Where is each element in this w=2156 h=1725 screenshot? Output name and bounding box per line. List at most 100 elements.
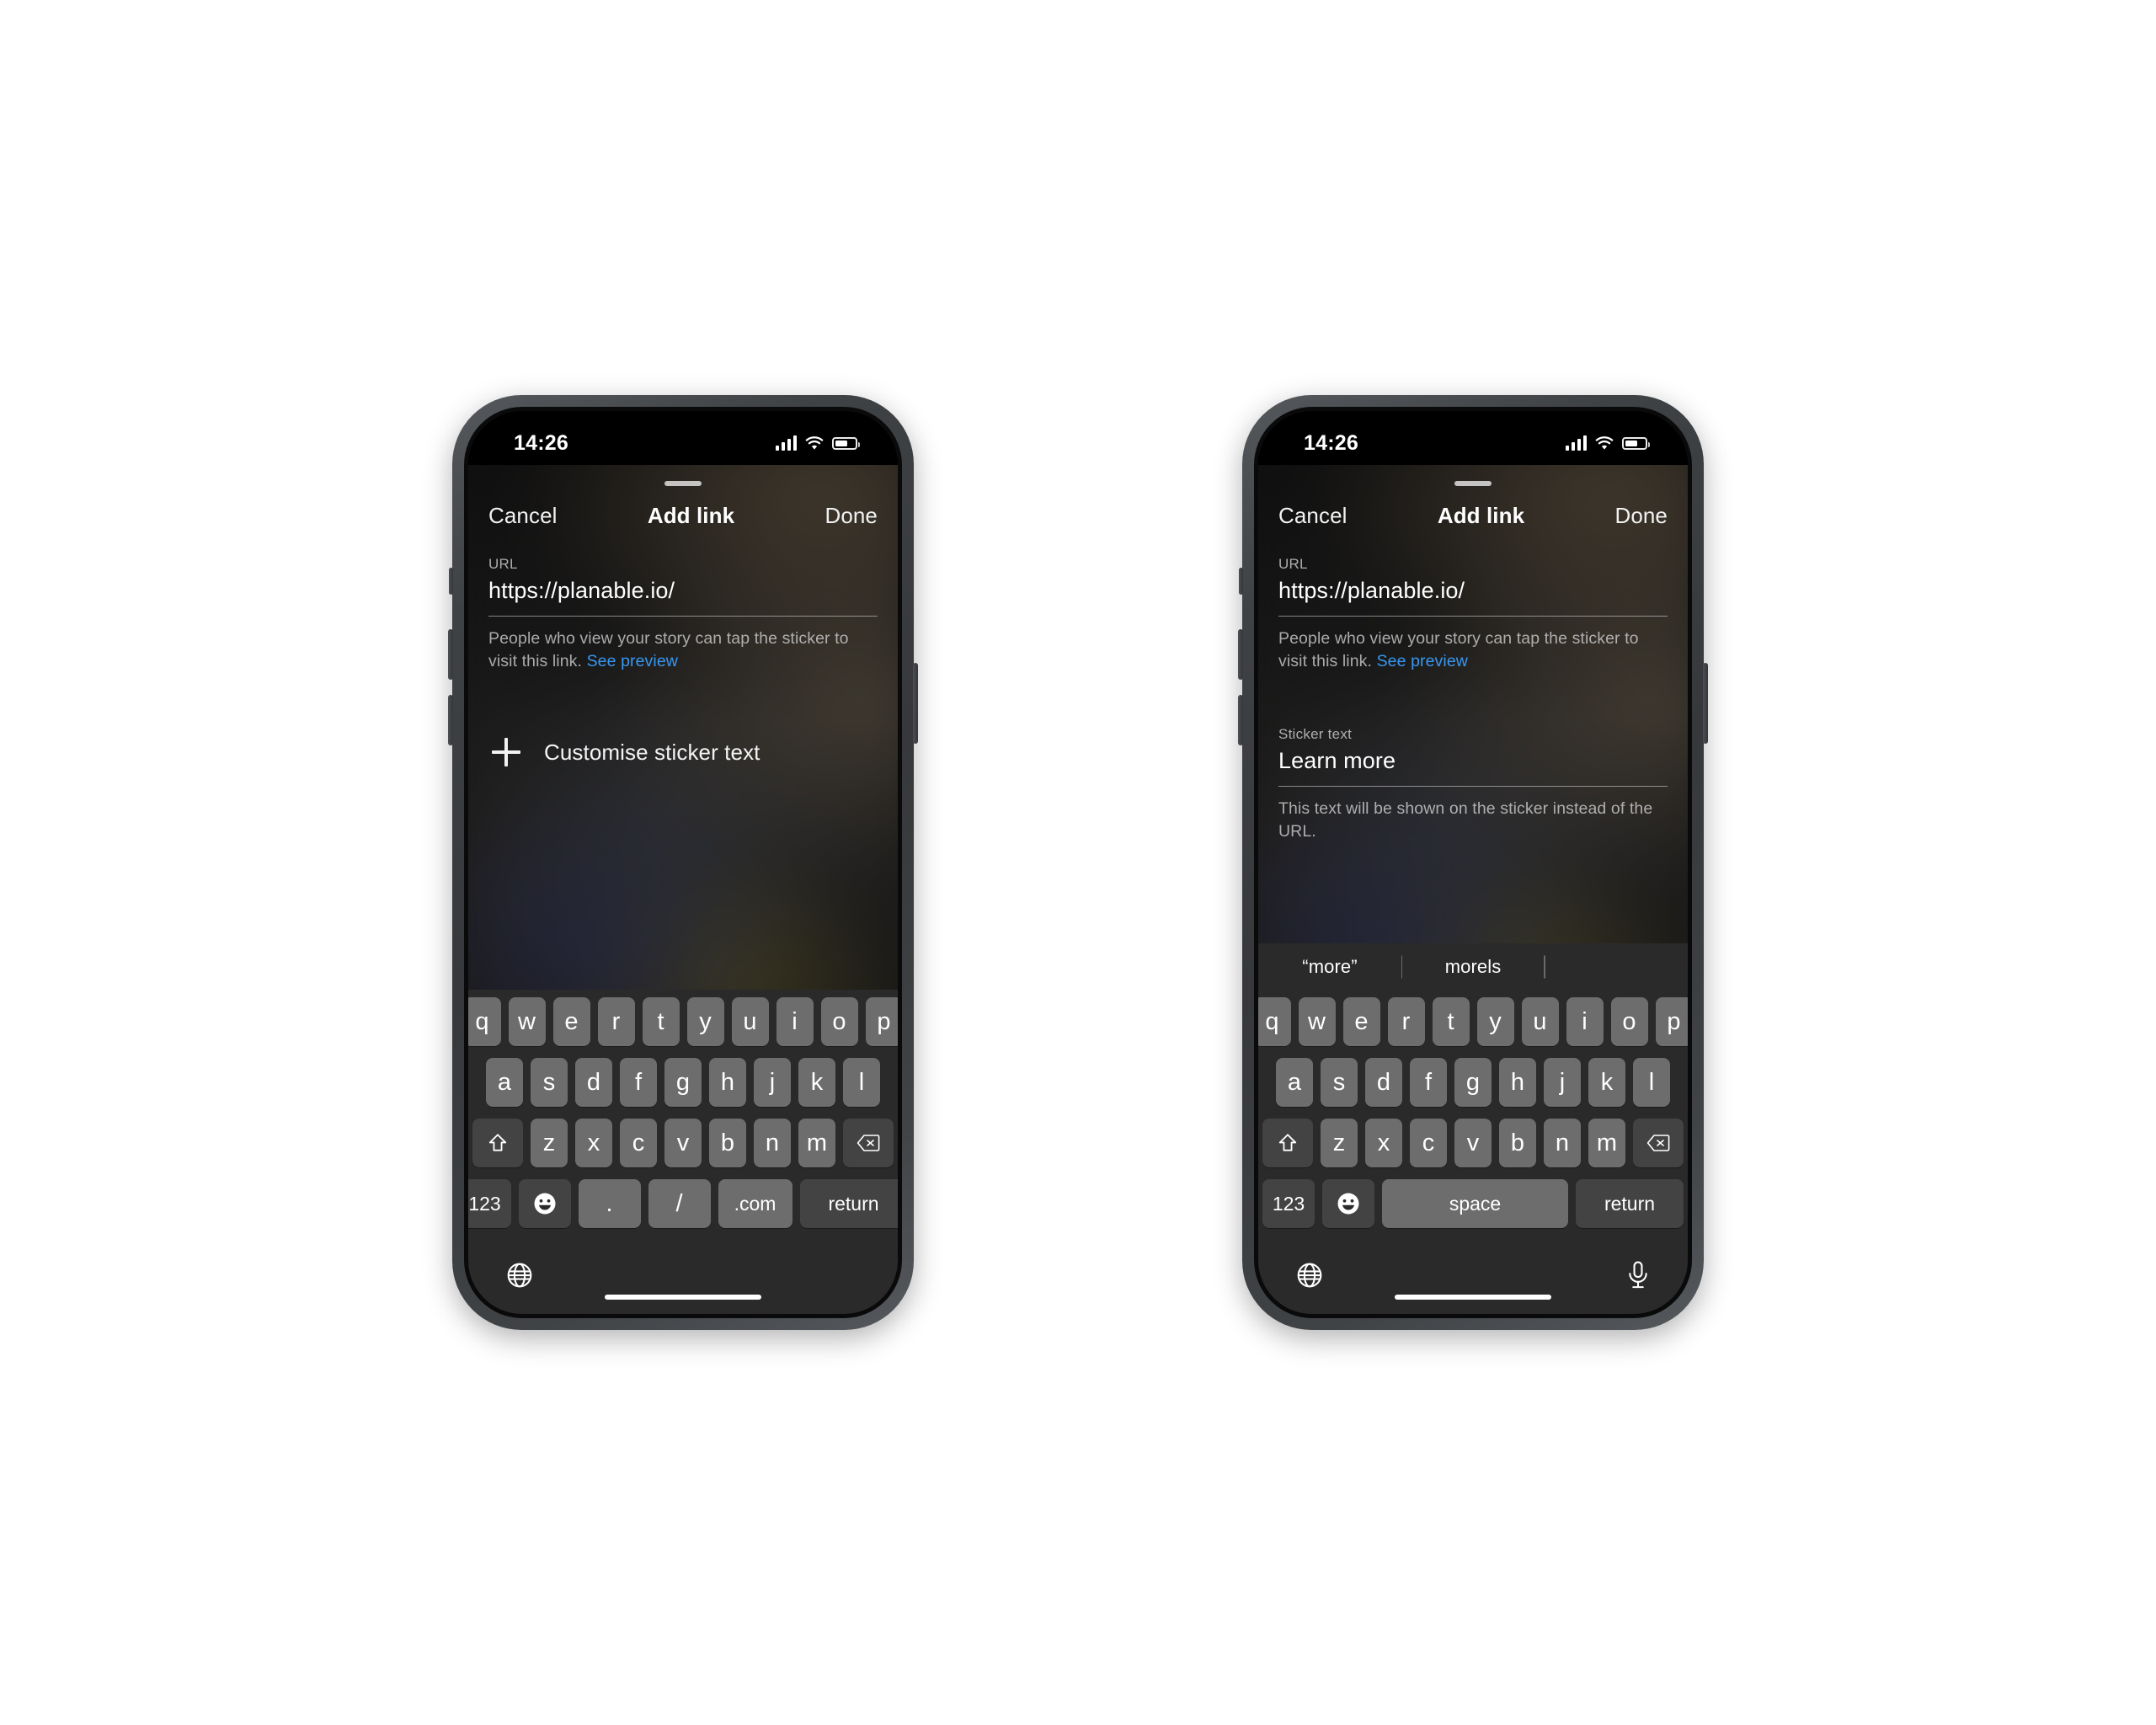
key-d[interactable]: d bbox=[1365, 1058, 1402, 1107]
key-u[interactable]: u bbox=[731, 997, 769, 1046]
key-w[interactable]: w bbox=[508, 997, 546, 1046]
key-n[interactable]: n bbox=[754, 1119, 791, 1167]
key-r[interactable]: r bbox=[1387, 997, 1425, 1046]
key-h[interactable]: h bbox=[709, 1058, 746, 1107]
key-u[interactable]: u bbox=[1521, 997, 1559, 1046]
keyboard-right: “more” morels q w e r t y u i o p a s d … bbox=[1258, 943, 1688, 1314]
url-field-underline bbox=[1278, 616, 1668, 617]
sheet-spacer-right bbox=[1258, 842, 1688, 943]
done-button[interactable]: Done bbox=[1614, 503, 1668, 529]
add-link-sheet-left: Cancel Add link Done URL https://planabl… bbox=[468, 465, 898, 1314]
key-f[interactable]: f bbox=[620, 1058, 657, 1107]
key-i[interactable]: i bbox=[776, 997, 814, 1046]
see-preview-link[interactable]: See preview bbox=[587, 652, 678, 670]
key-b[interactable]: b bbox=[1499, 1119, 1536, 1167]
key-f[interactable]: f bbox=[1410, 1058, 1447, 1107]
space-key[interactable]: space bbox=[1382, 1179, 1568, 1228]
cancel-button[interactable]: Cancel bbox=[488, 503, 558, 529]
key-w[interactable]: w bbox=[1298, 997, 1336, 1046]
key-x[interactable]: x bbox=[575, 1119, 612, 1167]
keyboard-left: q w e r t y u i o p a s d f g h j k l z … bbox=[468, 990, 898, 1314]
url-input[interactable]: https://planable.io/ bbox=[1278, 578, 1668, 616]
key-j[interactable]: j bbox=[754, 1058, 791, 1107]
key-g[interactable]: g bbox=[664, 1058, 702, 1107]
key-g[interactable]: g bbox=[1454, 1058, 1492, 1107]
globe-icon[interactable] bbox=[505, 1261, 534, 1290]
key-q[interactable]: q bbox=[468, 997, 501, 1046]
suggestion-1[interactable]: morels bbox=[1401, 956, 1545, 978]
key-m[interactable]: m bbox=[798, 1119, 835, 1167]
mute-switch[interactable] bbox=[1239, 568, 1243, 595]
volume-down-button[interactable] bbox=[448, 695, 453, 745]
key-r[interactable]: r bbox=[597, 997, 635, 1046]
emoji-icon[interactable] bbox=[518, 1179, 571, 1228]
volume-up-button[interactable] bbox=[1238, 629, 1243, 680]
key-a[interactable]: a bbox=[486, 1058, 523, 1107]
key-e[interactable]: e bbox=[1342, 997, 1380, 1046]
backspace-icon[interactable] bbox=[1633, 1119, 1684, 1167]
key-t[interactable]: t bbox=[1432, 997, 1470, 1046]
key-s[interactable]: s bbox=[1321, 1058, 1358, 1107]
key-i[interactable]: i bbox=[1566, 997, 1604, 1046]
key-m[interactable]: m bbox=[1588, 1119, 1625, 1167]
numbers-key[interactable]: 123 bbox=[468, 1179, 511, 1228]
key-k[interactable]: k bbox=[798, 1058, 835, 1107]
cancel-button[interactable]: Cancel bbox=[1278, 503, 1348, 529]
url-help-text: People who view your story can tap the s… bbox=[488, 628, 878, 672]
backspace-icon[interactable] bbox=[843, 1119, 894, 1167]
key-a[interactable]: a bbox=[1276, 1058, 1313, 1107]
key-y[interactable]: y bbox=[686, 997, 724, 1046]
key-d[interactable]: d bbox=[575, 1058, 612, 1107]
key-o[interactable]: o bbox=[1610, 997, 1648, 1046]
suggestion-0[interactable]: “more” bbox=[1258, 956, 1401, 978]
key-z[interactable]: z bbox=[531, 1119, 568, 1167]
key-b[interactable]: b bbox=[709, 1119, 746, 1167]
key-t[interactable]: t bbox=[642, 997, 680, 1046]
key-p[interactable]: p bbox=[1655, 997, 1688, 1046]
slash-key[interactable]: / bbox=[648, 1179, 711, 1228]
microphone-icon[interactable] bbox=[1625, 1261, 1651, 1290]
key-q[interactable]: q bbox=[1258, 997, 1291, 1046]
return-key[interactable]: return bbox=[1576, 1179, 1684, 1228]
done-button[interactable]: Done bbox=[825, 503, 878, 529]
shift-icon[interactable] bbox=[472, 1119, 523, 1167]
key-c[interactable]: c bbox=[620, 1119, 657, 1167]
key-e[interactable]: e bbox=[552, 997, 590, 1046]
phone-screen-left: 14:26 Cancel Add link Done URL https://p… bbox=[468, 411, 898, 1314]
key-y[interactable]: y bbox=[1476, 997, 1514, 1046]
key-c[interactable]: c bbox=[1410, 1119, 1447, 1167]
key-h[interactable]: h bbox=[1499, 1058, 1536, 1107]
key-l[interactable]: l bbox=[843, 1058, 880, 1107]
home-indicator[interactable] bbox=[1395, 1295, 1551, 1300]
power-button[interactable] bbox=[913, 663, 918, 744]
sticker-text-input[interactable]: Learn more bbox=[1278, 748, 1668, 786]
key-n[interactable]: n bbox=[1544, 1119, 1581, 1167]
shift-icon[interactable] bbox=[1262, 1119, 1313, 1167]
power-button[interactable] bbox=[1703, 663, 1708, 744]
key-v[interactable]: v bbox=[1454, 1119, 1492, 1167]
key-z[interactable]: z bbox=[1321, 1119, 1358, 1167]
globe-icon[interactable] bbox=[1295, 1261, 1324, 1290]
see-preview-link[interactable]: See preview bbox=[1377, 652, 1468, 670]
key-l[interactable]: l bbox=[1633, 1058, 1670, 1107]
key-o[interactable]: o bbox=[820, 997, 858, 1046]
mute-switch[interactable] bbox=[449, 568, 453, 595]
period-key[interactable]: . bbox=[578, 1179, 641, 1228]
volume-up-button[interactable] bbox=[448, 629, 453, 680]
phone-mockup-left: 14:26 Cancel Add link Done URL https://p… bbox=[448, 395, 918, 1330]
numbers-key[interactable]: 123 bbox=[1262, 1179, 1315, 1228]
emoji-icon[interactable] bbox=[1322, 1179, 1374, 1228]
url-input[interactable]: https://planable.io/ bbox=[488, 578, 878, 616]
key-j[interactable]: j bbox=[1544, 1058, 1581, 1107]
key-p[interactable]: p bbox=[865, 997, 898, 1046]
dotcom-key[interactable]: .com bbox=[718, 1179, 792, 1228]
key-x[interactable]: x bbox=[1365, 1119, 1402, 1167]
status-bar-right: 14:26 bbox=[1258, 411, 1688, 465]
key-s[interactable]: s bbox=[531, 1058, 568, 1107]
return-key[interactable]: return bbox=[799, 1179, 898, 1228]
home-indicator[interactable] bbox=[605, 1295, 761, 1300]
volume-down-button[interactable] bbox=[1238, 695, 1243, 745]
customise-sticker-text-button[interactable]: Customise sticker text bbox=[468, 672, 898, 767]
key-v[interactable]: v bbox=[664, 1119, 702, 1167]
key-k[interactable]: k bbox=[1588, 1058, 1625, 1107]
